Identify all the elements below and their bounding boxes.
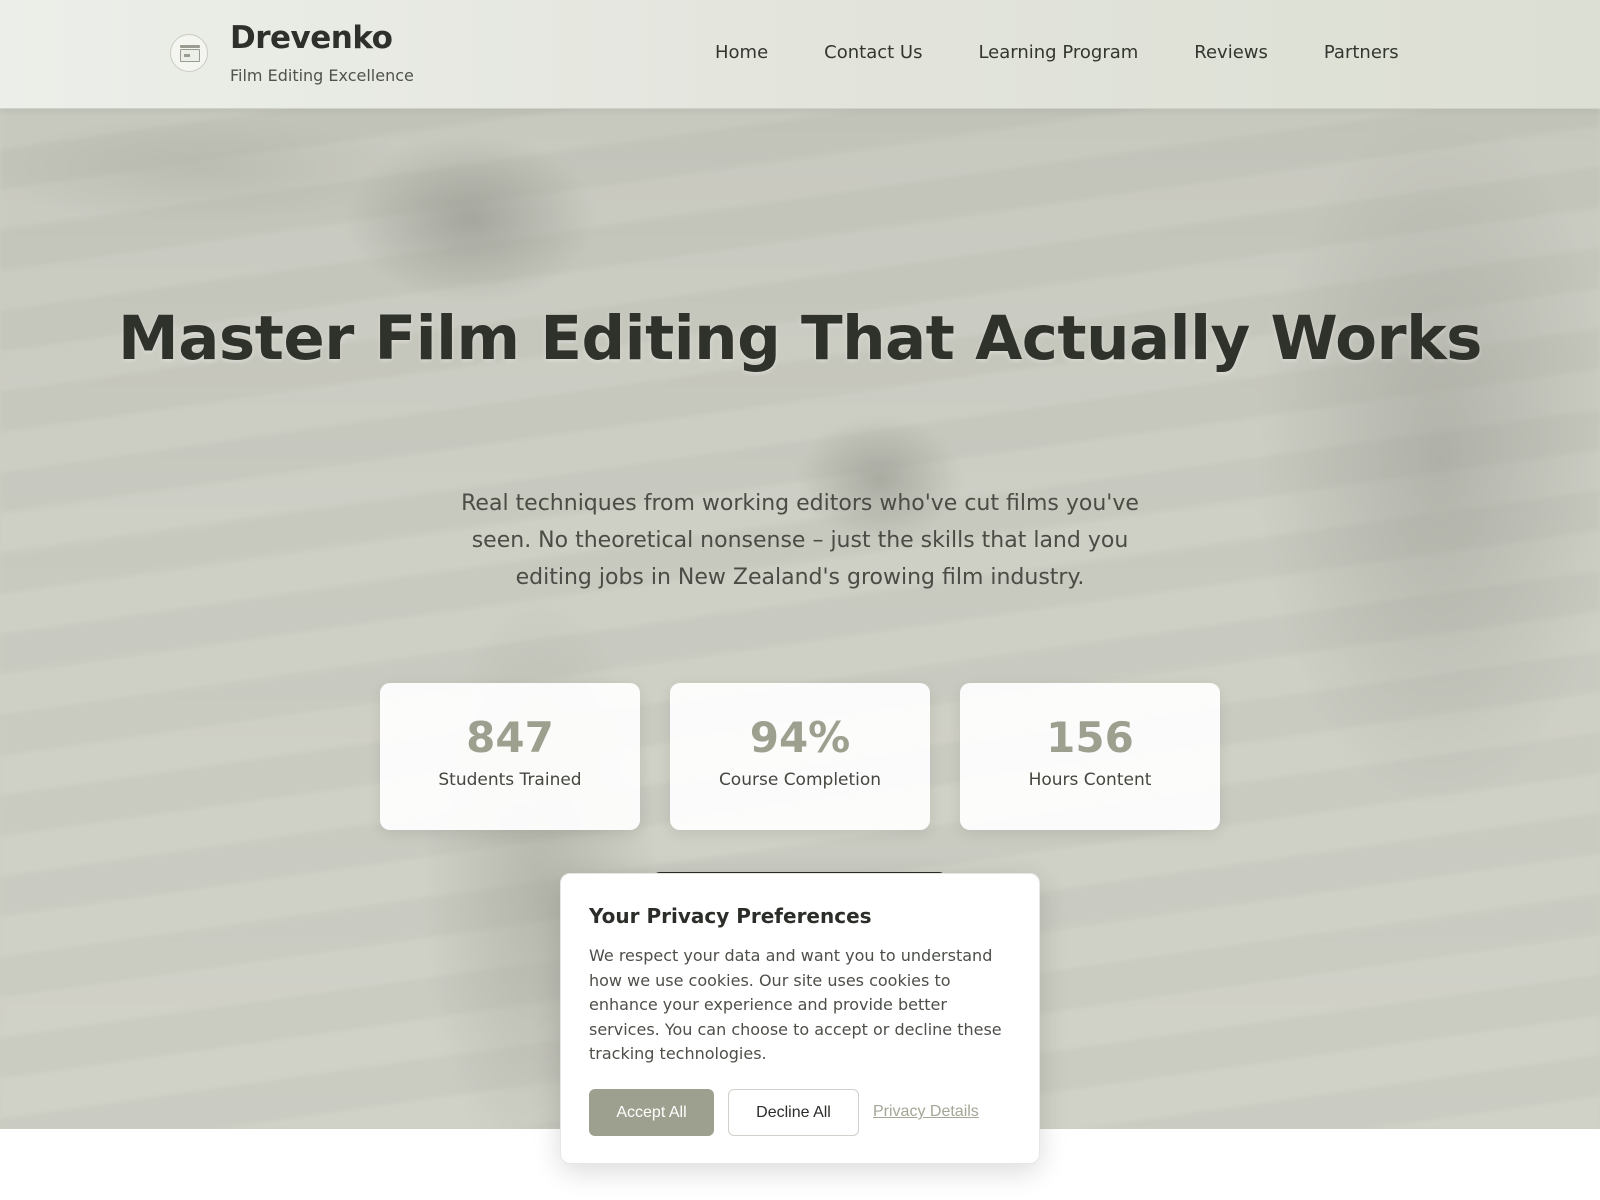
stat-label: Students Trained	[438, 770, 582, 790]
brand-tagline: Film Editing Excellence	[230, 66, 414, 85]
hero-subtitle: Real techniques from working editors who…	[461, 491, 1139, 590]
stat-card-completion: 94% Course Completion	[670, 683, 930, 830]
site-header: Drevenko Film Editing Excellence Home Co…	[0, 0, 1600, 109]
nav-contact-us[interactable]: Contact Us	[824, 42, 922, 63]
logo-box	[180, 49, 200, 62]
cookie-consent-dialog: Your Privacy Preferences We respect your…	[560, 873, 1040, 1164]
nav-reviews[interactable]: Reviews	[1194, 42, 1268, 63]
decline-all-button[interactable]: Decline All	[728, 1089, 859, 1136]
stat-card-hours: 156 Hours Content	[960, 683, 1220, 830]
hero-title: Master Film Editing That Actually Works	[118, 303, 1482, 374]
nav-home[interactable]: Home	[715, 42, 768, 63]
logo-bar	[180, 45, 200, 48]
stat-value: 94%	[749, 713, 851, 762]
stat-value: 156	[1046, 713, 1134, 762]
cookie-title: Your Privacy Preferences	[589, 904, 872, 928]
brand-name[interactable]: Drevenko	[230, 20, 393, 56]
main-nav: Home Contact Us Learning Program Reviews…	[715, 42, 1399, 63]
film-clapper-icon[interactable]	[170, 34, 208, 72]
accept-all-button[interactable]: Accept All	[589, 1089, 714, 1136]
cookie-description: We respect your data and want you to und…	[589, 946, 1002, 1063]
stat-label: Course Completion	[718, 770, 882, 790]
stat-card-students: 847 Students Trained	[380, 683, 640, 830]
stat-label: Hours Content	[1028, 770, 1152, 790]
nav-partners[interactable]: Partners	[1324, 42, 1399, 63]
stat-value: 847	[466, 713, 554, 762]
nav-learning-program[interactable]: Learning Program	[978, 42, 1138, 63]
privacy-details-link[interactable]: Privacy Details	[873, 1103, 979, 1121]
stats-row: 847 Students Trained 94% Course Completi…	[380, 683, 1220, 830]
